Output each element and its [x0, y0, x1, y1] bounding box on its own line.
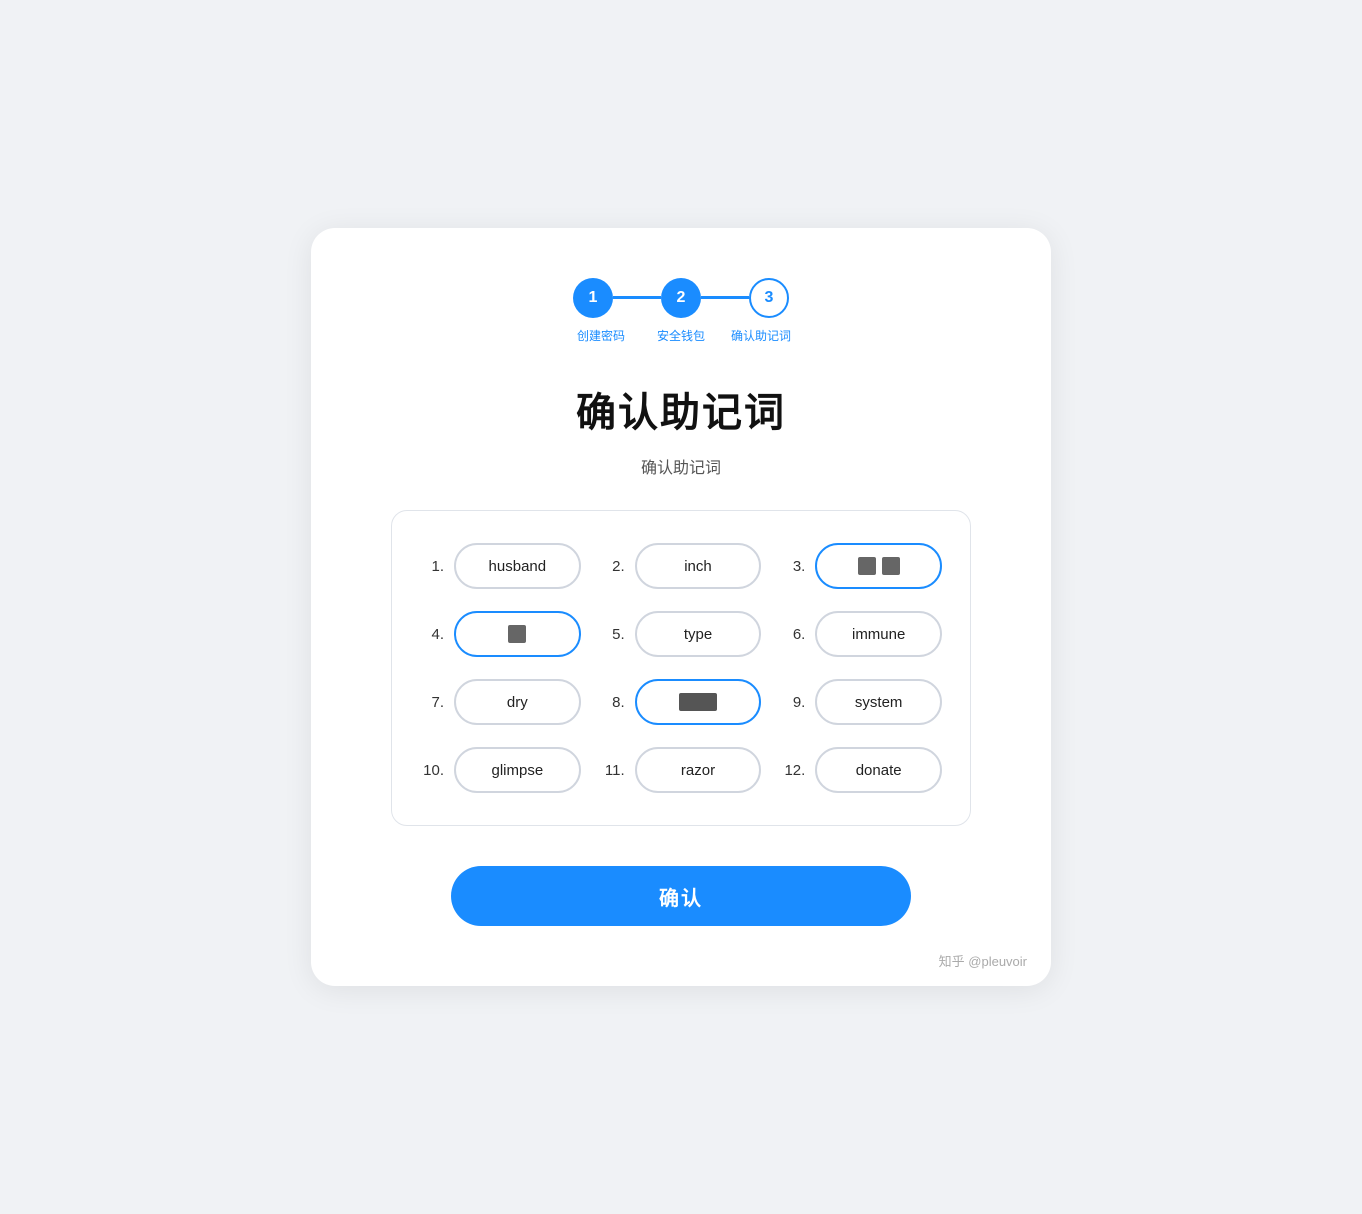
- mnemonic-num-4: 4.: [420, 626, 444, 643]
- mnemonic-word-5[interactable]: type: [635, 611, 762, 657]
- mnemonic-word-8[interactable]: [635, 679, 762, 725]
- mnemonic-num-6: 6.: [781, 626, 805, 643]
- mnemonic-word-3[interactable]: [815, 543, 942, 589]
- step-2-circle: 2: [661, 278, 701, 318]
- mnemonic-num-5: 5.: [601, 626, 625, 643]
- mnemonic-item-5: 5. type: [601, 611, 762, 657]
- mnemonic-num-10: 10.: [420, 762, 444, 779]
- step-1-label: 创建密码: [561, 328, 641, 345]
- stepper-labels: 创建密码 安全钱包 确认助记词: [561, 328, 801, 345]
- mnemonic-word-11[interactable]: razor: [635, 747, 762, 793]
- mnemonic-item-9: 9. system: [781, 679, 942, 725]
- mnemonic-num-12: 12.: [781, 762, 805, 779]
- mnemonic-num-7: 7.: [420, 694, 444, 711]
- mnemonic-item-7: 7. dry: [420, 679, 581, 725]
- mnemonic-item-8: 8.: [601, 679, 762, 725]
- main-card: 1 2 3 创建密码 安全钱包 确认助记词 确认助记词 确认助记词 1. hus…: [311, 228, 1051, 987]
- mnemonic-word-7[interactable]: dry: [454, 679, 581, 725]
- mnemonic-item-10: 10. glimpse: [420, 747, 581, 793]
- mnemonic-num-8: 8.: [601, 694, 625, 711]
- step-1-circle: 1: [573, 278, 613, 318]
- mnemonic-item-4: 4.: [420, 611, 581, 657]
- watermark: 知乎 @pleuvoir: [939, 951, 1027, 970]
- mnemonic-word-6[interactable]: immune: [815, 611, 942, 657]
- step-2-label: 安全钱包: [641, 328, 721, 345]
- mnemonic-item-3: 3.: [781, 543, 942, 589]
- mnemonic-word-12[interactable]: donate: [815, 747, 942, 793]
- step-3-label: 确认助记词: [721, 328, 801, 345]
- mnemonic-word-4[interactable]: [454, 611, 581, 657]
- blur-8a: [679, 693, 717, 711]
- blur-3b: [882, 557, 900, 575]
- stepper-circles: 1 2 3: [573, 278, 789, 318]
- mnemonic-num-1: 1.: [420, 558, 444, 575]
- mnemonic-item-11: 11. razor: [601, 747, 762, 793]
- mnemonic-grid: 1. husband 2. inch 3. 4.: [420, 543, 942, 793]
- step-line-2: [701, 296, 749, 299]
- mnemonic-item-1: 1. husband: [420, 543, 581, 589]
- mnemonic-box: 1. husband 2. inch 3. 4.: [391, 510, 971, 826]
- mnemonic-word-1[interactable]: husband: [454, 543, 581, 589]
- mnemonic-num-3: 3.: [781, 558, 805, 575]
- mnemonic-word-2[interactable]: inch: [635, 543, 762, 589]
- page-subtitle: 确认助记词: [391, 454, 971, 478]
- mnemonic-word-9[interactable]: system: [815, 679, 942, 725]
- blur-4a: [508, 625, 526, 643]
- step-line-1: [613, 296, 661, 299]
- mnemonic-num-2: 2.: [601, 558, 625, 575]
- stepper: 1 2 3 创建密码 安全钱包 确认助记词: [391, 278, 971, 345]
- mnemonic-num-11: 11.: [601, 762, 625, 779]
- mnemonic-num-9: 9.: [781, 694, 805, 711]
- mnemonic-word-10[interactable]: glimpse: [454, 747, 581, 793]
- mnemonic-item-2: 2. inch: [601, 543, 762, 589]
- confirm-button[interactable]: 确认: [451, 866, 911, 926]
- blur-3a: [858, 557, 876, 575]
- page-title: 确认助记词: [391, 380, 971, 438]
- step-3-circle: 3: [749, 278, 789, 318]
- mnemonic-item-12: 12. donate: [781, 747, 942, 793]
- mnemonic-item-6: 6. immune: [781, 611, 942, 657]
